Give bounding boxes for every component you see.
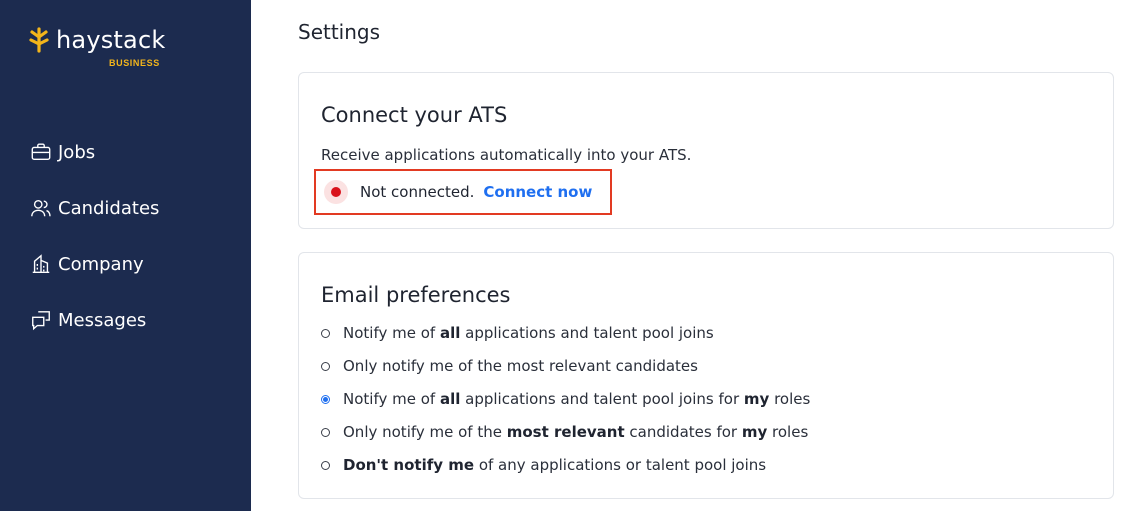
option-text-segment: my — [743, 390, 770, 408]
sidebar-item-label: Company — [58, 253, 144, 275]
status-dot-icon — [331, 187, 341, 197]
email-option-label: Only notify me of the most relevant cand… — [343, 357, 698, 375]
ats-card-title: Connect your ATS — [321, 103, 508, 127]
option-text-segment: candidates for — [624, 423, 742, 441]
ats-description: Receive applications automatically into … — [321, 146, 692, 164]
email-option-label: Only notify me of the most relevant cand… — [343, 423, 808, 441]
email-option-2[interactable]: Only notify me of the most relevant cand… — [321, 355, 810, 377]
option-text-segment: Only notify me of the — [343, 423, 507, 441]
status-text: Not connected. — [360, 183, 475, 201]
email-option-3[interactable]: Notify me of all applications and talent… — [321, 388, 810, 410]
option-text-segment: roles — [767, 423, 809, 441]
radio-button[interactable] — [321, 328, 330, 338]
radio-button[interactable] — [321, 361, 330, 371]
radio-button[interactable] — [321, 460, 330, 470]
email-options: Notify me of all applications and talent… — [321, 322, 810, 487]
option-text-segment: all — [439, 324, 461, 342]
sidebar-item-label: Jobs — [58, 141, 96, 163]
option-text-segment: Notify me of — [343, 324, 440, 342]
sidebar-item-messages[interactable]: Messages — [30, 306, 159, 334]
email-option-label: Notify me of all applications and talent… — [343, 324, 714, 342]
email-option-label: Notify me of all applications and talent… — [343, 390, 810, 408]
briefcase-icon — [31, 143, 51, 161]
sidebar-item-candidates[interactable]: Candidates — [30, 194, 159, 222]
sidebar-nav: Jobs Candidates Company Messages — [30, 138, 159, 362]
haystack-logo-icon — [29, 27, 49, 53]
sidebar-item-label: Candidates — [58, 197, 160, 219]
option-text-segment: all — [439, 390, 461, 408]
option-text-segment: applications and talent pool joins for — [460, 390, 744, 408]
status-indicator — [324, 180, 348, 204]
email-option-label: Don't notify me of any applications or t… — [343, 456, 766, 474]
page-title: Settings — [298, 20, 381, 44]
brand-name: haystack — [56, 26, 166, 54]
chat-icon — [32, 311, 50, 331]
ats-status: Not connected. Connect now — [314, 169, 612, 215]
email-option-1[interactable]: Notify me of all applications and talent… — [321, 322, 810, 344]
building-icon — [32, 254, 50, 273]
option-text-segment: of any applications or talent pool joins — [474, 456, 767, 474]
email-option-4[interactable]: Only notify me of the most relevant cand… — [321, 421, 810, 443]
logo[interactable]: haystack — [28, 26, 165, 54]
connect-now-link[interactable]: Connect now — [483, 183, 592, 201]
email-card-title: Email preferences — [321, 283, 511, 307]
sidebar-item-company[interactable]: Company — [30, 250, 159, 278]
sidebar-item-label: Messages — [58, 309, 147, 331]
email-option-5[interactable]: Don't notify me of any applications or t… — [321, 454, 810, 476]
sidebar: haystack BUSINESS Jobs Candidates Compan… — [0, 0, 251, 511]
radio-button[interactable] — [321, 427, 330, 437]
main-content: Settings Connect your ATS Receive applic… — [251, 0, 1126, 511]
email-preferences-card: Email preferences Notify me of all appli… — [298, 252, 1114, 499]
option-text-segment: Notify me of — [343, 390, 440, 408]
people-icon — [31, 199, 51, 217]
brand-tagline: BUSINESS — [109, 58, 160, 68]
option-text-segment: applications and talent pool joins — [460, 324, 714, 342]
sidebar-item-jobs[interactable]: Jobs — [30, 138, 159, 166]
radio-button[interactable] — [321, 394, 330, 404]
option-text-segment: most relevant — [506, 423, 625, 441]
option-text-segment: Don't notify me — [343, 456, 475, 474]
option-text-segment: my — [741, 423, 768, 441]
option-text-segment: Only notify me of the most relevant cand… — [343, 357, 698, 375]
ats-card: Connect your ATS Receive applications au… — [298, 72, 1114, 229]
option-text-segment: roles — [769, 390, 811, 408]
